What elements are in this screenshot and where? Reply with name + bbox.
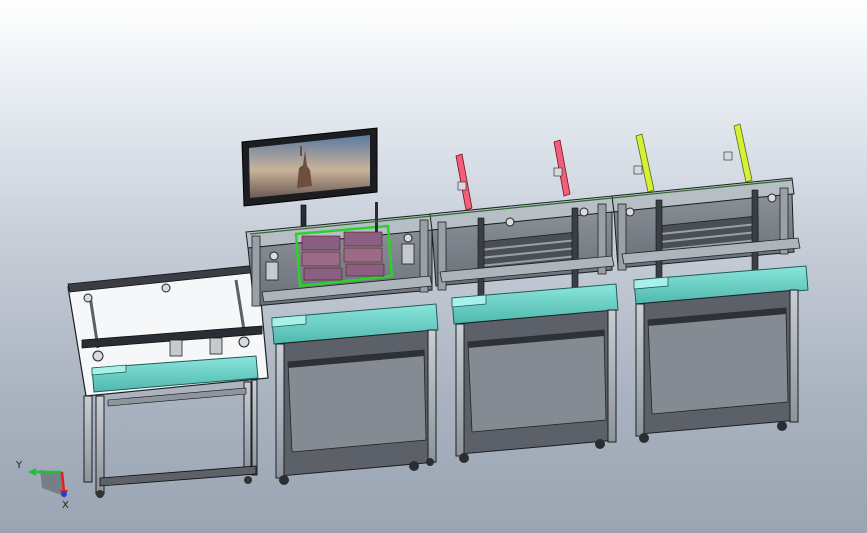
triad-x-label: X: [62, 500, 69, 510]
station-2[interactable]: [245, 202, 439, 485]
station-3[interactable]: [429, 139, 619, 463]
triad-y-label: Y: [15, 460, 23, 471]
loading-table-station[interactable]: [67, 264, 269, 498]
assembly-model[interactable]: [0, 0, 867, 533]
station-4[interactable]: [611, 123, 809, 443]
monitor[interactable]: [241, 127, 378, 230]
coordinate-triad-icon: Y X: [15, 460, 69, 510]
cad-viewport[interactable]: Y X: [0, 0, 867, 533]
